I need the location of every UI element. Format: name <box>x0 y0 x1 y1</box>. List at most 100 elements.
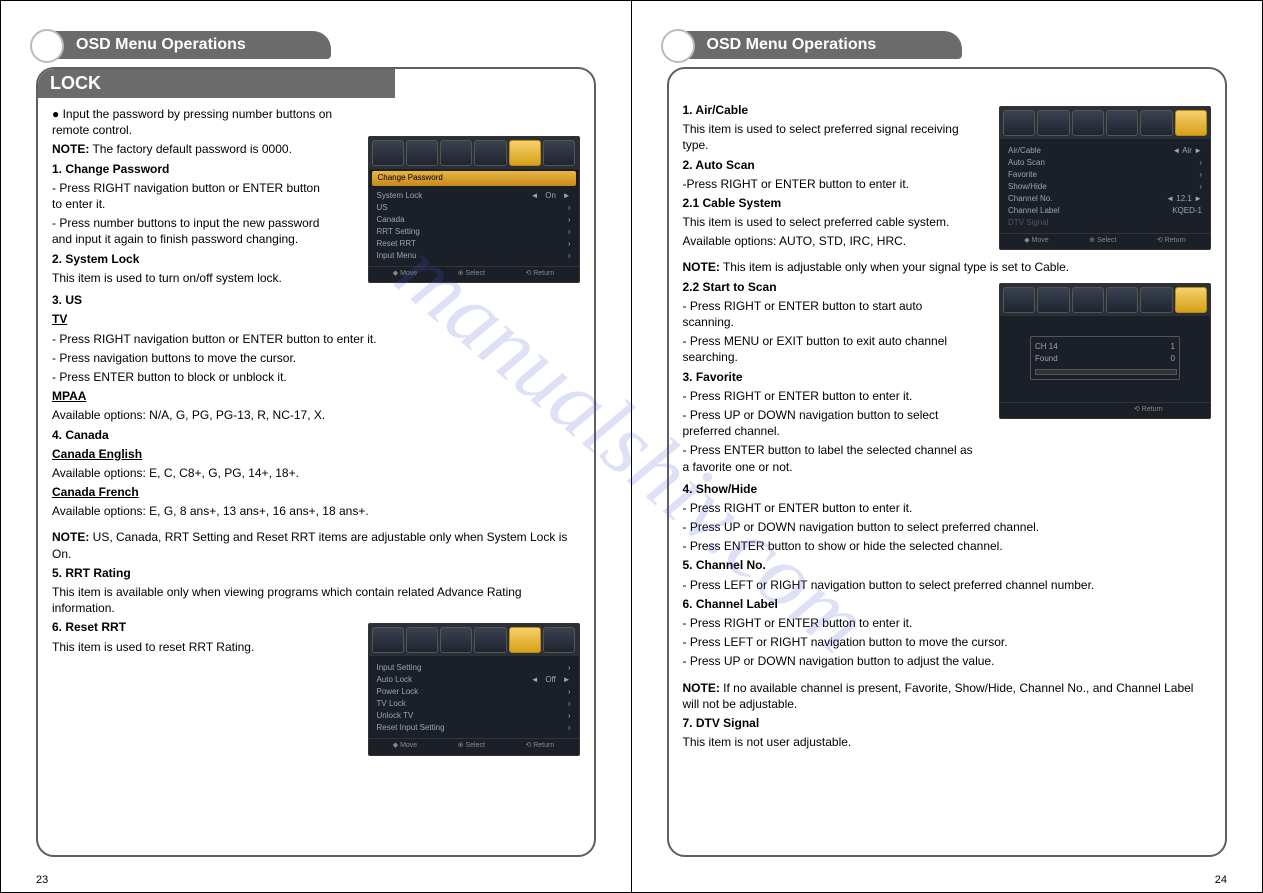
osd-row: Canada› <box>377 214 571 226</box>
chapter-tab-left: OSD Menu Operations <box>36 31 596 59</box>
text-line: - Press ENTER button to block or unblock… <box>52 369 580 385</box>
osd-tab-icon <box>474 627 506 653</box>
osd-screenshot-channel-1: Air/Cable◄ Air ► Auto Scan› Favorite› Sh… <box>999 106 1211 250</box>
osd-row: Auto Scan› <box>1008 157 1202 169</box>
text-line: This item is available only when viewing… <box>52 584 580 616</box>
osd-row: Favorite› <box>1008 169 1202 181</box>
osd-tab-icon <box>543 627 575 653</box>
progress-bar-icon <box>1035 369 1177 375</box>
heading-canada: 4. Canada <box>52 427 580 443</box>
scan-progress-box: CH 141 Found0 <box>1030 336 1180 380</box>
osd-row: Auto Lock◄ Off ► <box>377 674 571 686</box>
heading-rrt-rating: 5. RRT Rating <box>52 565 580 581</box>
subheading-canada-english: Canada English <box>52 446 580 462</box>
osd-screenshot-scan: CH 141 Found0 ⟲ Return <box>999 283 1211 419</box>
intro-line: ● Input the password by pressing number … <box>52 106 580 138</box>
note-line: NOTE: This item is adjustable only when … <box>683 259 1212 275</box>
subheading-mpaa: MPAA <box>52 388 580 404</box>
osd-tab-icon-selected <box>1175 110 1207 136</box>
page-right: OSD Menu Operations Air/Cable◄ Ai <box>632 1 1263 892</box>
osd-tab-icon <box>1140 110 1172 136</box>
text-line: - Press UP or DOWN navigation button to … <box>683 519 1212 535</box>
heading-us: 3. US <box>52 292 580 308</box>
chapter-title: OSD Menu Operations <box>46 31 331 59</box>
osd-tab-icon <box>1072 110 1104 136</box>
osd-row: TV Lock› <box>377 698 571 710</box>
osd-tab-icon-selected <box>509 140 541 166</box>
manual-spread: manualshiv.com OSD Menu Operations LOCK <box>0 0 1263 893</box>
osd-row: Air/Cable◄ Air ► <box>1008 145 1202 157</box>
osd-tab-icon <box>1140 287 1172 313</box>
osd-tab-icon <box>1106 110 1138 136</box>
osd-row: Power Lock› <box>377 686 571 698</box>
osd-highlight: Change Password <box>372 171 576 186</box>
osd-row: System Lock◄ On ► <box>377 190 571 202</box>
heading-channel-label: 6. Channel Label <box>683 596 1212 612</box>
text-line: - Press ENTER button to show or hide the… <box>683 538 1212 554</box>
osd-row: Input Menu› <box>377 250 571 262</box>
osd-screenshot-lock-1: Change Password System Lock◄ On ► US› Ca… <box>368 136 580 283</box>
osd-row: Input Setting› <box>377 662 571 674</box>
text-line: - Press UP or DOWN navigation button to … <box>683 407 963 439</box>
osd-screenshot-lock-2: Input Setting› Auto Lock◄ Off ► Power Lo… <box>368 623 580 755</box>
osd-tab-icon <box>372 140 404 166</box>
text-line: - Press RIGHT or ENTER button to enter i… <box>683 615 1212 631</box>
osd-row: Reset RRT› <box>377 238 571 250</box>
chapter-circle-icon <box>661 29 695 63</box>
content-frame-right: Air/Cable◄ Air ► Auto Scan› Favorite› Sh… <box>667 67 1228 857</box>
page-number-left: 23 <box>36 874 48 886</box>
osd-tab-icon <box>1106 287 1138 313</box>
heading-show-hide: 4. Show/Hide <box>683 481 1212 497</box>
text-line: This item is not user adjustable. <box>683 734 1212 750</box>
heading-channel-no: 5. Channel No. <box>683 557 1212 573</box>
osd-row: Channel LabelKQED-1 <box>1008 205 1202 217</box>
text-line: This item is used to select preferred ca… <box>683 214 963 230</box>
text-line: - Press RIGHT or ENTER button to enter i… <box>683 500 1212 516</box>
osd-row: Channel No.◄ 12.1 ► <box>1008 193 1202 205</box>
text-line: - Press RIGHT or ENTER button to enter i… <box>683 388 963 404</box>
osd-tab-icon <box>543 140 575 166</box>
section-header-lock: LOCK <box>38 69 395 98</box>
text-line: - Press RIGHT or ENTER button to start a… <box>683 298 963 330</box>
osd-row: Show/Hide› <box>1008 181 1202 193</box>
osd-tab-icon-selected <box>509 627 541 653</box>
text-line: - Press MENU or EXIT button to exit auto… <box>683 333 963 365</box>
osd-row: Unlock TV› <box>377 710 571 722</box>
content-frame-left: LOCK Change Password System Lock◄ On <box>36 67 596 857</box>
text-line: - Press RIGHT navigation button or ENTER… <box>52 180 332 212</box>
text-line: - Press ENTER button to label the select… <box>683 442 983 474</box>
text-line: - Press navigation buttons to move the c… <box>52 350 580 366</box>
chapter-title: OSD Menu Operations <box>677 31 962 59</box>
chapter-circle-icon <box>30 29 64 63</box>
text-line: This item is used to select preferred si… <box>683 121 963 153</box>
osd-tab-icon <box>440 140 472 166</box>
osd-tab-icon <box>406 140 438 166</box>
text-line: - Press LEFT or RIGHT navigation button … <box>683 577 1212 593</box>
note-line: NOTE: US, Canada, RRT Setting and Reset … <box>52 529 580 561</box>
text-line: - Press UP or DOWN navigation button to … <box>683 653 1212 669</box>
osd-tab-icon <box>372 627 404 653</box>
osd-row: US› <box>377 202 571 214</box>
osd-tab-icon <box>1037 287 1069 313</box>
text-line: - Press number buttons to input the new … <box>52 215 332 247</box>
text-line: Available options: N/A, G, PG, PG-13, R,… <box>52 407 580 423</box>
osd-tab-icon <box>1037 110 1069 136</box>
osd-tab-icon <box>406 627 438 653</box>
osd-row: RRT Setting› <box>377 226 571 238</box>
heading-dtv-signal: 7. DTV Signal <box>683 715 1212 731</box>
osd-tab-icon <box>1072 287 1104 313</box>
osd-tab-icon-selected <box>1175 287 1207 313</box>
text-line: Available options: E, G, 8 ans+, 13 ans+… <box>52 503 580 519</box>
osd-row: DTV Signal <box>1008 217 1202 229</box>
text-line: - Press LEFT or RIGHT navigation button … <box>683 634 1212 650</box>
osd-tab-icon <box>1003 287 1035 313</box>
text-line: Available options: E, C, C8+, G, PG, 14+… <box>52 465 580 481</box>
subheading-tv: TV <box>52 311 580 327</box>
osd-tab-icon <box>474 140 506 166</box>
osd-tab-icon <box>1003 110 1035 136</box>
text-line: - Press RIGHT navigation button or ENTER… <box>52 331 580 347</box>
chapter-tab-right: OSD Menu Operations <box>667 31 1228 59</box>
osd-row: Reset Input Setting› <box>377 722 571 734</box>
subheading-canada-french: Canada French <box>52 484 580 500</box>
osd-tab-icon <box>440 627 472 653</box>
